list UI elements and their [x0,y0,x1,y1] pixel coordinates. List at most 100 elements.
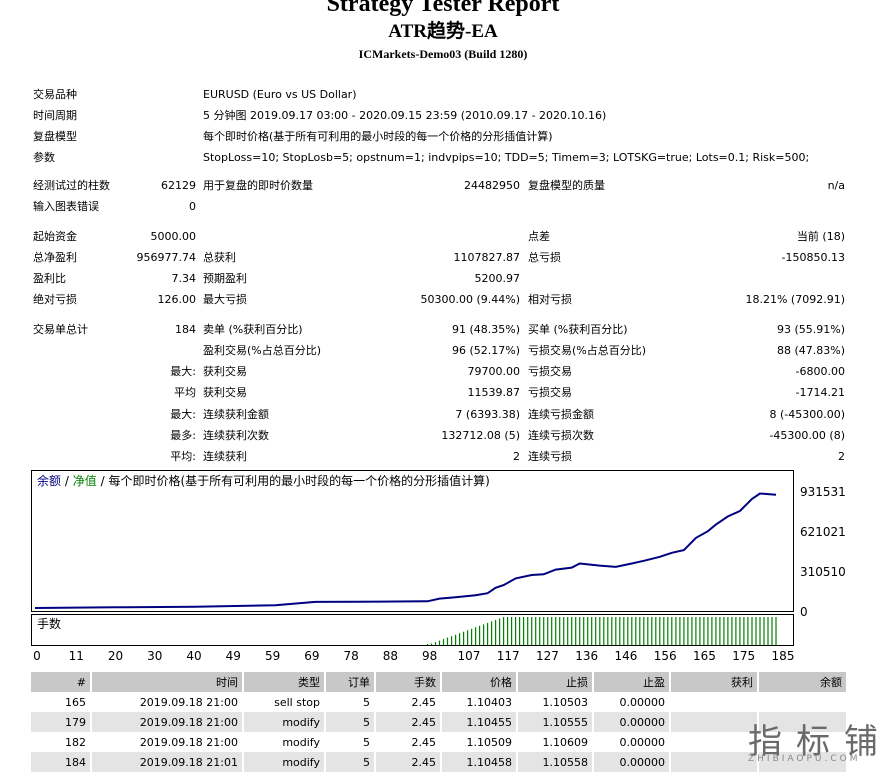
table-cell: 2019.09.18 21:00 [91,732,244,752]
table-cell: 0.00000 [593,732,671,752]
x-tick-label: 78 [343,649,359,663]
params-label: 参数 [33,151,55,164]
gross-profit-value: 1107827.87 [453,251,520,264]
most-cons-loss-label: 连续亏损次数 [528,429,594,442]
table-cell: 184 [31,752,92,772]
avg-cons-loss-value: 2 [838,450,845,463]
col-header: 止损 [517,672,594,692]
most-prefix: 最多: [170,429,196,442]
table-header: # 时间 类型 订单 手数 价格 止损 止盈 获利 余额 [31,672,848,692]
avg-win-value: 11539.87 [467,386,521,399]
table-cell: 2.45 [375,712,442,732]
table-cell: 1.10609 [517,732,594,752]
table-cell [670,692,759,712]
bars-label: 经测试过的柱数 [33,179,110,192]
avg-cons-loss-label: 连续亏损 [528,450,572,463]
model-value: 每个即时价格(基于所有可利用的最小时段的每一个价格的分形插值计算) [203,130,553,143]
short-value: 91 (48.35%) [451,323,520,336]
win-label: 盈利交易(%占总百分比) [203,344,322,357]
table-cell: 5 [325,752,376,772]
y-tick-label: 931531 [800,485,846,499]
errors-value: 0 [189,200,196,213]
avg-loss-value: -1714.21 [795,386,845,399]
col-header: 时间 [91,672,244,692]
x-tick-label: 20 [107,649,124,663]
x-tick-label: 107 [457,649,481,663]
avg-cons-win-value: 2 [513,450,520,463]
gross-profit-label: 总获利 [203,251,236,264]
table-cell: 0.00000 [593,752,671,772]
largest-win-value: 79700.00 [467,365,521,378]
net-label: 总净盈利 [33,251,77,264]
table-cell: 5 [325,692,376,712]
balance-chart [31,470,794,612]
period-label: 时间周期 [33,109,77,122]
largest-win-label: 获利交易 [203,365,247,378]
ticks-label: 用于复盘的即时价数量 [203,179,313,192]
table-cell [670,752,759,772]
table-row: 184 2019.09.18 21:01 modify 5 2.45 1.10458 1.1… [31,752,848,772]
y-tick-label: 0 [800,605,808,619]
col-header: 止盈 [593,672,671,692]
largest-loss-label: 亏损交易 [528,365,572,378]
chart-title: 余额 / 净值 / 每个即时价格(基于所有可利用的最小时段的每一个价格的分形插值… [37,473,490,489]
x-tick-label: 175 [732,649,756,663]
x-tick-label: 156 [653,649,677,663]
gross-loss-label: 总亏损 [528,251,561,264]
table-cell: 2019.09.18 21:00 [91,712,244,732]
y-tick-label: 310510 [800,565,846,579]
trades-table: # 时间 类型 订单 手数 价格 止损 止盈 获利 余额 165 2019.09.… [31,672,848,772]
table-cell: 2.45 [375,732,442,752]
col-header: 订单 [325,672,376,692]
legend-balance: 余额 [37,474,62,488]
deposit-label: 起始资金 [33,230,77,243]
table-cell: 2019.09.18 21:01 [91,752,244,772]
col-header: 价格 [441,672,518,692]
x-tick-label: 59 [264,649,281,663]
x-tick-label: 88 [382,649,398,663]
x-tick-label: 136 [575,649,599,663]
ticks-value: 24482950 [464,179,520,192]
average-prefix: 平均 [174,386,196,399]
table-row: 165 2019.09.18 21:00 sell stop 5 2.45 1.10403… [31,692,848,712]
table-cell: modify [243,752,326,772]
most-cons-loss-value: -45300.00 (8) [769,429,845,442]
table-cell: 1.10555 [517,712,594,732]
x-tick-label: 11 [68,649,84,663]
quality-label: 复盘模型的质量 [528,179,605,192]
largest-prefix: 最大: [170,365,196,378]
table-cell: 1.10509 [441,732,518,752]
table-cell: 0.00000 [593,712,671,732]
table-row: 179 2019.09.18 21:00 modify 5 2.45 1.10455 1.1… [31,712,848,732]
table-cell: 1.10558 [517,752,594,772]
x-tick-label: 30 [147,649,163,663]
x-tick-label: 127 [535,649,559,663]
table-cell: 1.10503 [517,692,594,712]
most-cons-win-value: 132712.08 (5) [441,429,520,442]
x-tick-label: 0 [33,649,41,663]
trades-value: 184 [175,323,196,336]
table-cell: 0.00000 [593,692,671,712]
x-tick-label: 146 [614,649,638,663]
ea-name: ATR趋势-EA [388,21,498,42]
win-value: 96 (52.17%) [451,344,520,357]
payoff-value: 5200.97 [474,272,521,285]
table-cell: modify [243,732,326,752]
report-title: Strategy Tester Report [326,0,560,17]
trades-label: 交易单总计 [33,323,88,336]
table-cell [758,692,848,712]
table-row: 182 2019.09.18 21:00 modify 5 2.45 1.10509 1.1… [31,732,848,752]
errors-label: 输入图表错误 [33,200,99,213]
max-cons-win-value: 7 (6393.38) [455,408,520,421]
x-tick-label: 49 [225,649,241,663]
col-header: # [31,672,92,692]
x-tick-label: 69 [304,649,320,663]
table-cell [670,732,759,752]
table-cell [670,712,759,732]
params-value: StopLoss=10; StopLosb=5; opstnum=1; indv… [203,151,810,164]
max-prefix: 最大: [170,408,196,421]
pf-value: 7.34 [171,272,197,285]
gross-loss-value: -150850.13 [781,251,845,264]
table-cell: 2019.09.18 21:00 [91,692,244,712]
long-value: 93 (55.91%) [776,323,845,336]
